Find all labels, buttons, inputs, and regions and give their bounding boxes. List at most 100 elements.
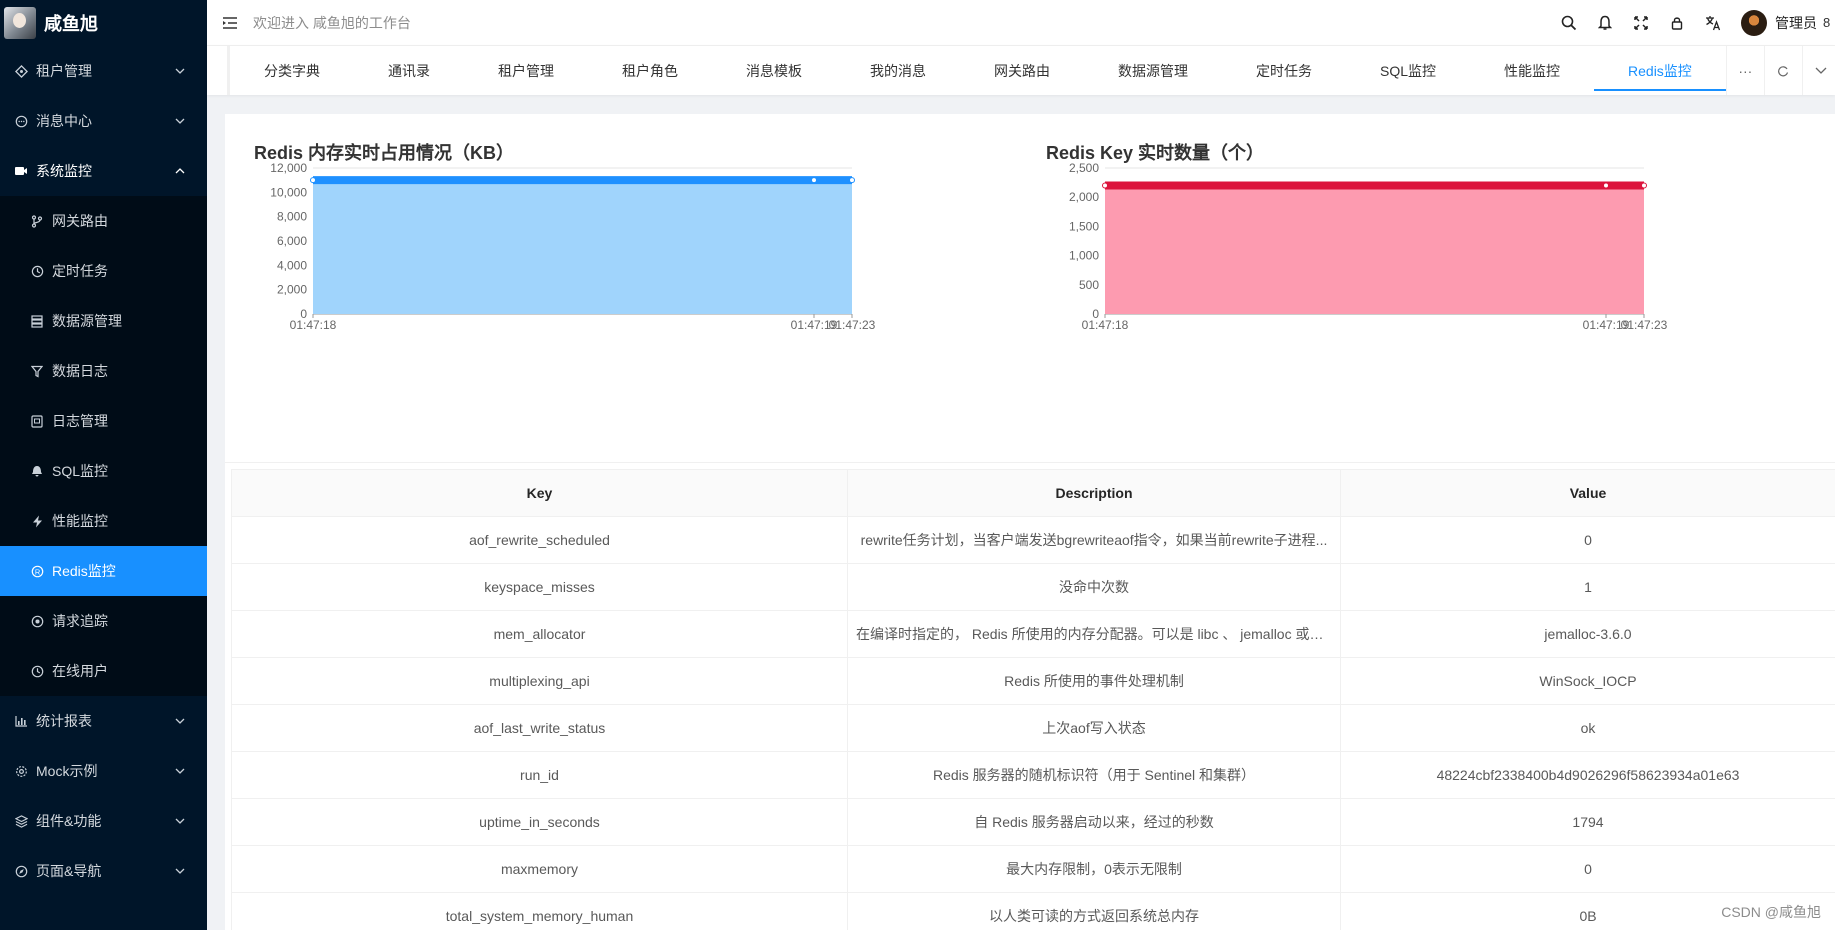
lightning-icon (30, 514, 44, 528)
sidebar-item-label: 网关路由 (52, 213, 108, 229)
sidebar-item-label: 请求追踪 (52, 613, 108, 629)
cell-value: ok (1340, 704, 1835, 752)
brand[interactable]: 咸鱼旭 (0, 0, 207, 46)
chevron-down-icon (175, 816, 185, 826)
sidebar-item-redis-monitor[interactable]: R Redis监控 (0, 546, 207, 596)
fullscreen-icon[interactable] (1623, 0, 1659, 46)
sidebar-item-online-user[interactable]: 在线用户 (0, 646, 207, 696)
sidebar-item-tenant[interactable]: 租户管理 (0, 46, 207, 96)
sidebar-item-label: SQL监控 (52, 463, 109, 479)
sidebar-item-components[interactable]: 组件&功能 (0, 796, 207, 846)
avatar (1741, 9, 1767, 36)
tab-list: 分类字典 通讯录 租户管理 租户角色 消息模板 我的消息 网关路由 数据源管理 … (230, 46, 1726, 95)
redis-icon: R (30, 564, 44, 578)
sidebar-item-label: 数据源管理 (52, 313, 122, 329)
tab-redis-monitor[interactable]: Redis监控 (1594, 46, 1726, 95)
lock-icon[interactable] (1659, 0, 1695, 46)
cell-description: 以人类可读的方式返回系统总内存 (847, 892, 1341, 930)
tab-category-dict[interactable]: 分类字典 (230, 46, 354, 95)
monitor-icon (14, 164, 28, 178)
sidebar-item-mock[interactable]: Mock示例 (0, 746, 207, 796)
tab-message-template[interactable]: 消息模板 (712, 46, 836, 95)
refresh-icon[interactable] (1763, 46, 1802, 95)
tenant-icon (14, 64, 28, 78)
tab-more-button[interactable]: ··· (1725, 46, 1764, 95)
bell-icon[interactable] (1587, 0, 1623, 46)
table-row: maxmemory 最大内存限制，0表示无限制 0 (231, 845, 1835, 893)
tab-datasource[interactable]: 数据源管理 (1084, 46, 1222, 95)
cell-key: run_id (231, 751, 848, 799)
trace-icon (30, 614, 44, 628)
cell-description: Redis 所使用的事件处理机制 (847, 657, 1341, 705)
user-menu[interactable]: 管理员 (1731, 9, 1823, 36)
table-row: run_id Redis 服务器的随机标识符（用于 Sentinel 和集群） 48… (231, 751, 1835, 799)
table-row: aof_rewrite_scheduled rewrite任务计划，当客户端发送b… (231, 516, 1835, 564)
sidebar-item-datasource[interactable]: 数据源管理 (0, 296, 207, 346)
cell-description: Redis 服务器的随机标识符（用于 Sentinel 和集群） (847, 751, 1341, 799)
database-icon (30, 314, 44, 328)
sidebar-item-data-log[interactable]: 数据日志 (0, 346, 207, 396)
redis-info-table-wrap: Key Description Value aof_rewrite_schedu… (231, 469, 1835, 930)
menu-fold-icon[interactable] (207, 0, 253, 46)
memory-chart-card: 0 2,000 4,000 6,000 8,000 10,000 12,000 01:47:1… (225, 114, 1017, 462)
online-icon (30, 664, 44, 678)
system-monitor-submenu: 网关路由 定时任务 数据源管理 数据日志 日志管理 SQL监控 性能监控 R R (0, 196, 207, 696)
message-icon (14, 114, 28, 128)
redis-info-table: Key Description Value aof_rewrite_schedu… (231, 469, 1835, 930)
column-header-description: Description (847, 469, 1341, 517)
sidebar-item-label: Redis监控 (52, 563, 116, 579)
cell-key: mem_allocator (231, 610, 848, 658)
sidebar-item-performance[interactable]: 性能监控 (0, 496, 207, 546)
tab-tools: ··· (1725, 46, 1835, 95)
translate-icon[interactable] (1695, 0, 1731, 46)
sidebar-item-gateway-route[interactable]: 网关路由 (0, 196, 207, 246)
tab-tenant-role[interactable]: 租户角色 (588, 46, 712, 95)
memory-x-tick-label: 01:47:18 (290, 318, 337, 332)
sidebar-item-label: 日志管理 (52, 413, 108, 429)
keys-area (1105, 185, 1644, 314)
welcome-text: 欢迎进入 咸鱼旭的工作台 (253, 14, 411, 31)
tab-my-message[interactable]: 我的消息 (836, 46, 960, 95)
keys-y-tick-label: 1,500 (1069, 219, 1099, 233)
tab-bar: 分类字典 通讯录 租户管理 租户角色 消息模板 我的消息 网关路由 数据源管理 … (207, 46, 1835, 95)
sidebar-item-label: 性能监控 (52, 513, 108, 529)
chevron-down-icon[interactable] (1801, 46, 1835, 95)
keys-y-tick-label: 500 (1079, 278, 1099, 292)
sidebar-item-pages[interactable]: 页面&导航 (0, 846, 207, 896)
table-row: mem_allocator 在编译时指定的， Redis 所使用的内存分配器。可以… (231, 610, 1835, 658)
sidebar-item-label: 定时任务 (52, 263, 108, 279)
tab-gateway-route[interactable]: 网关路由 (960, 46, 1084, 95)
tab-performance[interactable]: 性能监控 (1470, 46, 1594, 95)
cell-value: 0 (1340, 516, 1835, 564)
sidebar-item-label: 页面&导航 (36, 863, 102, 879)
sidebar-item-label: 统计报表 (36, 713, 92, 729)
cell-description: 上次aof写入状态 (847, 704, 1341, 752)
sidebar-item-log-manage[interactable]: 日志管理 (0, 396, 207, 446)
sidebar-item-label: 数据日志 (52, 363, 108, 379)
chart-icon (14, 714, 28, 728)
table-header-row: Key Description Value (231, 469, 1835, 517)
cell-key: total_system_memory_human (231, 892, 848, 930)
route-icon (30, 214, 44, 228)
search-icon[interactable] (1551, 0, 1587, 46)
memory-data-point (310, 177, 316, 184)
tab-contacts[interactable]: 通讯录 (354, 46, 464, 95)
chevron-down-icon (175, 66, 185, 76)
keys-y-tick-label: 2,000 (1069, 190, 1099, 204)
tab-tenant-manage[interactable]: 租户管理 (464, 46, 588, 95)
sidebar-item-sql-monitor[interactable]: SQL监控 (0, 446, 207, 496)
tab-sql-monitor[interactable]: SQL监控 (1346, 46, 1470, 95)
sidebar-item-message[interactable]: 消息中心 (0, 96, 207, 146)
header-tools: 管理员 8 (1551, 0, 1835, 46)
keys-x-tick-label: 01:47:18 (1082, 318, 1129, 332)
sidebar-item-system-monitor[interactable]: 系统监控 (0, 146, 207, 196)
chevron-up-icon (175, 166, 185, 176)
memory-y-tick-label: 8,000 (277, 210, 307, 224)
sidebar-item-label: 组件&功能 (36, 813, 102, 829)
tab-scheduled-task[interactable]: 定时任务 (1222, 46, 1346, 95)
memory-x-tick-label: 01:47:23 (829, 318, 876, 332)
sidebar-item-report[interactable]: 统计报表 (0, 696, 207, 746)
sidebar-item-scheduled-task[interactable]: 定时任务 (0, 246, 207, 296)
memory-chart: 02,0004,0006,0008,00010,00012,00001:47:1… (270, 161, 876, 332)
sidebar-item-request-trace[interactable]: 请求追踪 (0, 596, 207, 646)
